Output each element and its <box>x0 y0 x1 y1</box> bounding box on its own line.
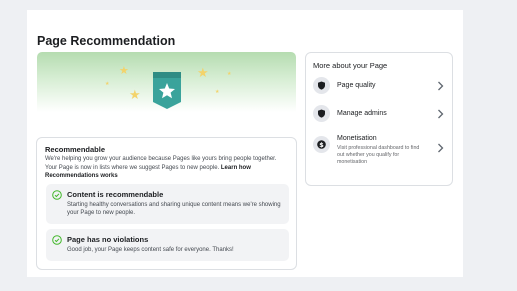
star-icon: ★ <box>129 87 141 102</box>
status-title: Content is recommendable <box>67 190 164 199</box>
check-icon <box>52 235 62 245</box>
sidebar-item-subtext: Visit professional dashboard to find out… <box>337 145 420 165</box>
chevron-right-icon <box>438 109 444 119</box>
sidebar-item-manage-admins[interactable]: Manage admins <box>306 103 452 125</box>
shield-icon <box>313 77 330 94</box>
page-panel: Page Recommendation ★ ★ ★ ★ ★ ★ Recommen… <box>27 10 463 277</box>
star-icon: ★ <box>227 71 232 77</box>
chevron-right-icon <box>438 81 444 91</box>
status-violations: Page has no violations Good job, your Pa… <box>46 229 289 261</box>
sidebar-item-monetisation[interactable]: $ Monetisation Visit professional dashbo… <box>306 133 452 173</box>
sidebar-item-page-quality[interactable]: Page quality <box>306 75 452 97</box>
status-text: Starting healthy conversations and shari… <box>67 202 281 216</box>
sidebar-item-label: Page quality <box>337 82 376 89</box>
status-title: Page has no violations <box>67 235 149 244</box>
status-text: Good job, your Page keeps content safe f… <box>67 247 234 253</box>
chevron-right-icon <box>438 143 444 153</box>
star-icon: ★ <box>105 81 110 87</box>
sidebar-item-label: Monetisation <box>337 135 377 142</box>
shield-icon <box>313 105 330 122</box>
recommendable-title: Recommendable <box>45 145 106 154</box>
more-about-card: More about your Page Page quality Manage… <box>305 52 453 186</box>
sidebar-title: More about your Page <box>313 61 388 70</box>
check-icon <box>52 190 62 200</box>
dollar-icon: $ <box>313 136 330 153</box>
sidebar-item-label: Manage admins <box>337 110 387 117</box>
badge-icon <box>153 72 181 109</box>
recommendable-card: Recommendable We're helping you grow you… <box>36 137 297 270</box>
star-icon: ★ <box>197 65 209 80</box>
recommendable-description: We're helping you grow your audience bec… <box>45 155 290 181</box>
hero-banner: ★ ★ ★ ★ ★ ★ <box>37 52 296 112</box>
page-title: Page Recommendation <box>37 34 176 48</box>
svg-text:$: $ <box>319 141 324 149</box>
star-icon: ★ <box>215 89 220 95</box>
status-content: Content is recommendable Starting health… <box>46 184 289 224</box>
star-icon: ★ <box>119 65 129 77</box>
